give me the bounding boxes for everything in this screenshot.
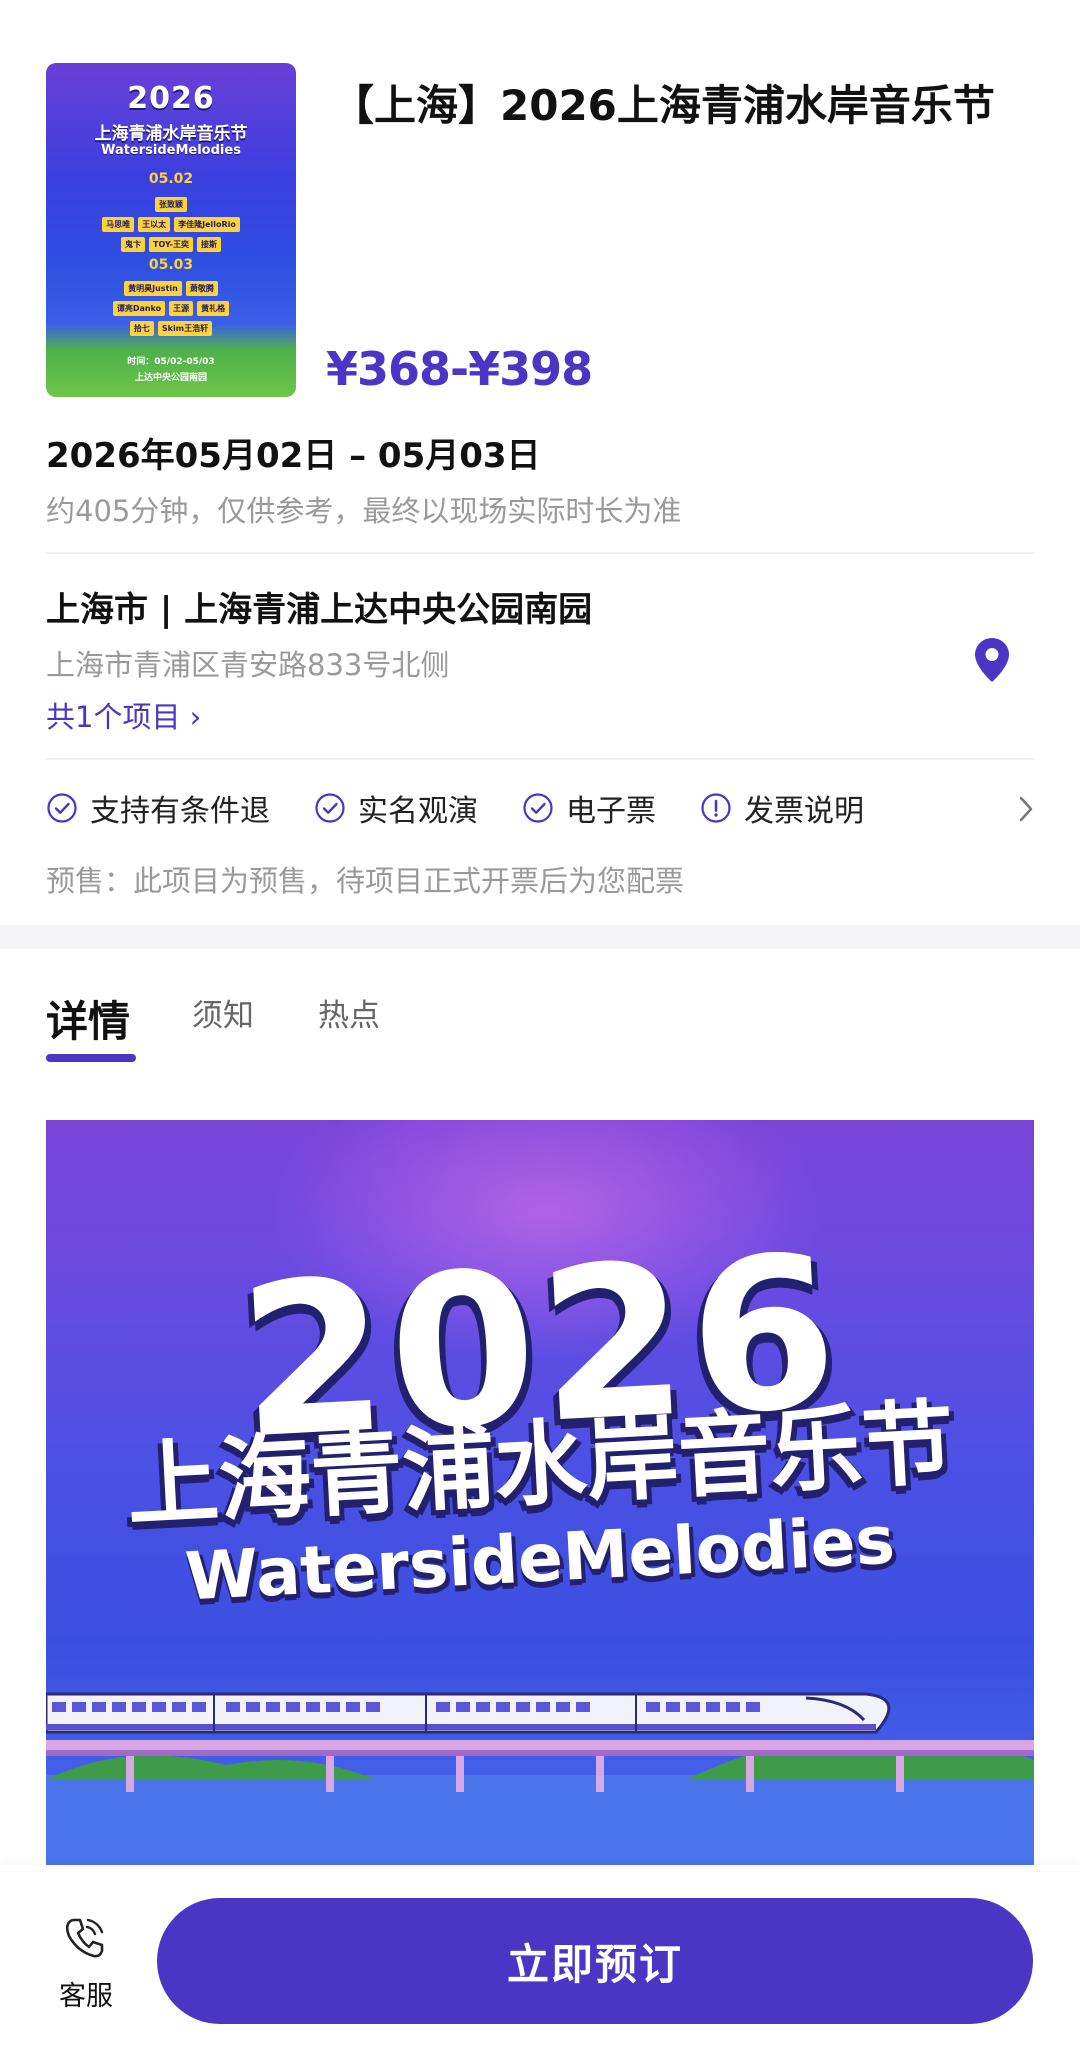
poster-day1: 05.02 (148, 171, 194, 187)
event-banner-image: 2026 上海青浦水岸音乐节 WatersideMelodies (46, 1120, 1034, 1865)
feature-label: 实名观演 (358, 794, 478, 829)
feature-e-ticket: 电子票 (522, 786, 656, 830)
tab-notice[interactable]: 须知 (192, 990, 254, 1035)
poster-artist: 接斯 (196, 237, 221, 252)
service-features[interactable]: 支持有条件退 实名观演 电子票 发票说明 (46, 786, 908, 830)
event-title: 【上海】2026上海青浦水岸音乐节 (332, 81, 995, 130)
poster-lineup-row: 黄明昊Justin 萧敬腾 (46, 281, 296, 296)
poster-artist: TOY-王奕 (149, 237, 193, 252)
poster-day2: 05.03 (148, 257, 194, 273)
poster-artist: 黄礼格 (197, 301, 230, 316)
poster-lineup-row: 马思唯 王以太 李佳隆JelloRio (46, 217, 296, 232)
event-poster-thumbnail[interactable]: 2026 上海青浦水岸音乐节 WatersideMelodies 05.02 张… (46, 63, 296, 397)
feature-label: 支持有条件退 (90, 794, 270, 829)
info-circle-icon (701, 793, 731, 823)
poster-artist: Skim王浩轩 (157, 321, 213, 336)
chevron-right-icon[interactable] (1016, 793, 1036, 825)
event-duration: 约405分钟，仅供参考，最终以现场实际时长为准 (46, 494, 682, 528)
poster-artist: 王以太 (138, 217, 171, 232)
projects-link[interactable]: 共1个项目 › (46, 694, 201, 736)
poster-artist: 鬼卞 (121, 237, 146, 252)
poster-lineup-row: 张致颖 (46, 197, 296, 212)
divider (46, 758, 1034, 760)
event-date: 2026年05月02日 – 05月03日 (46, 436, 541, 476)
venue-name[interactable]: 上海市 | 上海青浦上达中央公园南园 (46, 582, 592, 631)
venue-address: 上海市青浦区青安路833号北侧 (46, 648, 450, 682)
check-circle-icon (315, 793, 345, 823)
divider (46, 552, 1034, 554)
customer-service-label[interactable]: 客服 (46, 1974, 126, 2013)
feature-label: 电子票 (566, 794, 656, 829)
tab-details[interactable]: 详情 (46, 988, 130, 1049)
section-separator (0, 925, 1080, 949)
poster-lineup-row: 鬼卞 TOY-王奕 接斯 (46, 237, 296, 252)
check-circle-icon (47, 793, 77, 823)
poster-lineup-row: 拾七 Skim王浩轩 (46, 321, 296, 336)
poster-lineup-row: 谭亮Danko 王源 黄礼格 (46, 301, 296, 316)
poster-venue: 上达中央公园南园 (134, 373, 207, 383)
feature-label: 发票说明 (744, 794, 864, 829)
book-now-button[interactable]: 立即预订 (157, 1898, 1033, 2024)
tab-active-indicator (46, 1054, 136, 1062)
feature-invoice: 发票说明 (700, 786, 864, 830)
phone-icon[interactable] (60, 1914, 108, 1962)
poster-artist: 萧敬腾 (185, 281, 218, 296)
poster-time: 时间：05/02-05/03 (127, 357, 215, 367)
presale-note: 预售：此项目为预售，待项目正式开票后为您配票 (46, 864, 685, 898)
feature-real-name: 实名观演 (314, 786, 478, 830)
poster-artist: 拾七 (129, 321, 154, 336)
poster-artist: 王源 (169, 301, 194, 316)
poster-artist: 李佳隆JelloRio (174, 217, 240, 232)
poster-year: 2026 (127, 81, 215, 116)
check-circle-icon (523, 793, 553, 823)
price-range: ¥368-¥398 (326, 342, 593, 396)
poster-artist: 张致颖 (155, 197, 187, 212)
poster-title-en: WatersideMelodies (101, 143, 241, 158)
location-pin-icon[interactable] (968, 636, 1016, 684)
poster-artist: 马思唯 (102, 217, 135, 232)
poster-artist: 黄明昊Justin (124, 281, 182, 296)
train-bridge-illustration (46, 1692, 1034, 1865)
poster-title-cn: 上海青浦水岸音乐节 (94, 124, 248, 144)
feature-refund: 支持有条件退 (46, 786, 270, 830)
poster-artist: 谭亮Danko (112, 301, 166, 316)
tab-hot[interactable]: 热点 (318, 990, 380, 1035)
